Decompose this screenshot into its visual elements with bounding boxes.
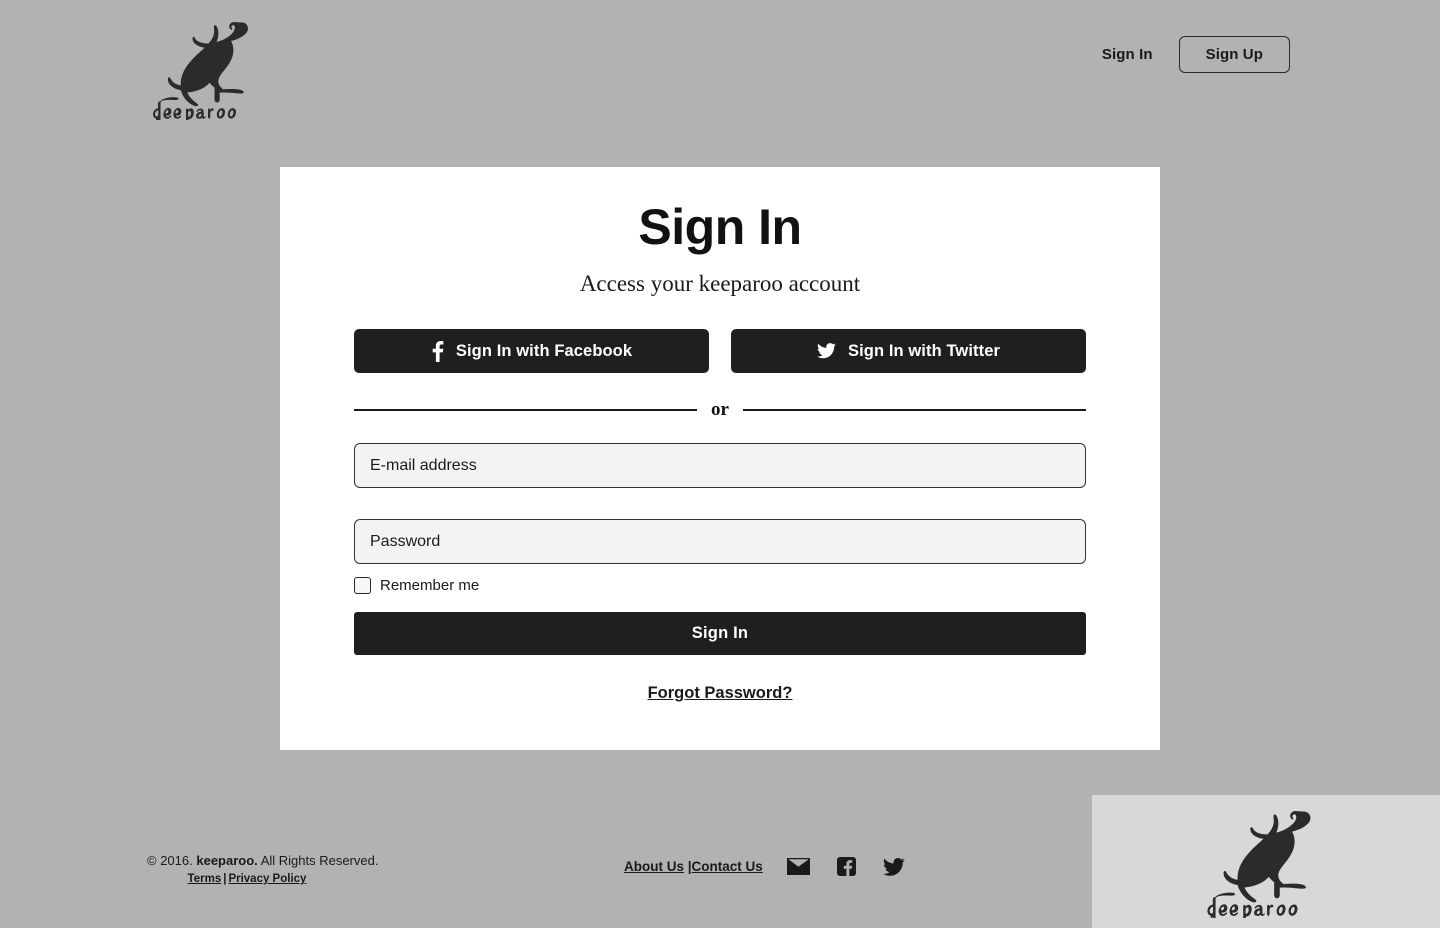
footer-social-icons [786,857,905,876]
or-divider: or [354,399,1086,421]
twitter-button-label: Sign In with Twitter [847,341,1000,360]
sign-in-submit-button[interactable]: Sign In [354,612,1086,655]
kangaroo-logo-icon [152,22,248,120]
footer-links-and-social: About Us |Contact Us [624,857,905,876]
corner-brand-panel [1090,793,1440,928]
copyright-prefix: © 2016. [147,853,193,868]
kangaroo-logo-icon [1207,810,1311,918]
copyright-brand: keeparoo. [196,853,258,868]
email-icon[interactable] [786,858,810,875]
about-us-link[interactable]: About Us [624,859,684,874]
facebook-icon[interactable] [836,857,856,876]
header-sign-in-link[interactable]: Sign In [1092,38,1163,71]
contact-us-link[interactable]: Contact Us [692,859,763,874]
page-subtitle: Access your keeparoo account [579,271,861,296]
forgot-password-link[interactable]: Forgot Password? [280,684,1160,703]
copyright-text: © 2016. keeparoo. All Rights Reserved. [147,853,378,868]
remember-me-label[interactable]: Remember me [380,577,479,594]
twitter-icon[interactable] [882,857,905,876]
remember-me-row: Remember me [354,577,1086,594]
email-field-wrapper [354,443,1086,488]
sign-in-with-facebook-button[interactable]: Sign In with Facebook [354,329,709,373]
privacy-policy-link[interactable]: Privacy Policy [228,873,306,885]
password-field-wrapper [354,519,1086,564]
facebook-button-label: Sign In with Facebook [455,341,633,360]
footer-nav-links: About Us |Contact Us [624,859,763,874]
email-input[interactable] [354,443,1086,488]
twitter-icon [816,343,836,359]
legal-links: Terms | Privacy Policy [147,873,347,885]
social-sign-in-row: Sign In with Facebook Sign In with Twitt… [354,329,1086,373]
password-input[interactable] [354,519,1086,564]
corner-brand-logo[interactable] [1202,806,1330,918]
sign-in-card: Sign In Access your keeparoo account Sig… [280,167,1160,750]
page-title: Sign In [638,199,802,255]
header-sign-up-button[interactable]: Sign Up [1178,36,1290,73]
remember-me-checkbox[interactable] [354,577,371,594]
sign-in-with-twitter-button[interactable]: Sign In with Twitter [731,329,1086,373]
header-nav: Sign In Sign Up [1092,36,1290,73]
facebook-icon [432,340,444,362]
footer-copyright-block: © 2016. keeparoo. All Rights Reserved. T… [147,853,378,885]
page-header: Sign In Sign Up [0,0,1440,140]
divider-label: or [711,399,729,420]
copyright-suffix: All Rights Reserved. [260,853,379,868]
divider-line-right [742,409,1086,411]
terms-link[interactable]: Terms [188,873,222,885]
brand-logo[interactable] [148,18,266,120]
divider-line-left [354,409,698,411]
